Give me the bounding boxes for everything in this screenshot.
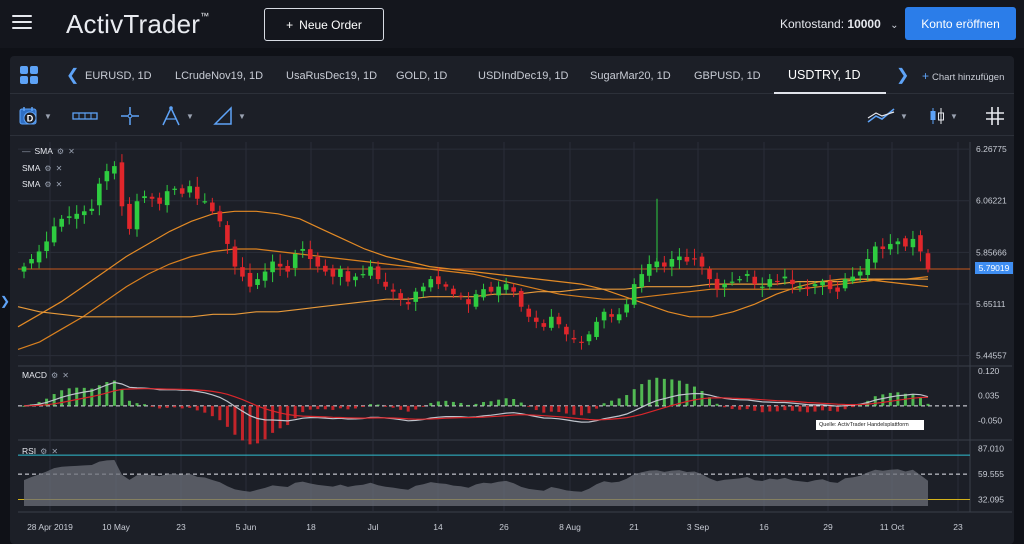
tab-sugarmar20[interactable]: SugarMar20, 1D [590, 70, 671, 82]
tab-eurusd[interactable]: EURUSD, 1D [85, 70, 152, 82]
crosshair-icon [121, 107, 139, 125]
settings-icon[interactable]: ⚙ [51, 371, 58, 380]
sma-label-3[interactable]: SMA ⚙ ✕ [22, 179, 62, 189]
sma-label-2[interactable]: SMA ⚙ ✕ [22, 163, 62, 173]
svg-text:D: D [27, 114, 34, 124]
tabs-next-icon[interactable]: ❯ [896, 65, 909, 85]
caret-down-icon: ▼ [44, 111, 52, 121]
plus-icon: + [286, 17, 294, 32]
new-order-button[interactable]: + Neue Order [264, 8, 384, 41]
balance-value: 10000 [847, 17, 881, 31]
grid-toggle-button[interactable] [985, 104, 1005, 128]
tab-usarusdec19[interactable]: UsaRusDec19, 1D [286, 70, 377, 82]
close-icon[interactable]: ✕ [68, 147, 75, 156]
rsi-label[interactable]: RSI ⚙ ✕ [22, 446, 58, 456]
chart-tabs-bar: ❮ EURUSD, 1D LCrudeNov19, 1D UsaRusDec19… [10, 58, 1014, 94]
fibonacci-tool-button[interactable]: ▼ [160, 104, 194, 128]
account-balance-dropdown[interactable]: Kontostand: 10000 ⌄ [780, 17, 899, 31]
settings-icon[interactable]: ⚙ [57, 147, 64, 156]
close-icon[interactable]: ✕ [51, 447, 58, 456]
settings-icon[interactable]: ⚙ [40, 447, 47, 456]
macd-label[interactable]: MACD ⚙ ✕ [22, 370, 69, 380]
caret-down-icon: ▼ [900, 111, 908, 121]
caret-down-icon: ▼ [950, 111, 958, 121]
open-account-button[interactable]: Konto eröffnen [905, 7, 1016, 40]
tab-usdinddec19[interactable]: USDIndDec19, 1D [478, 70, 569, 82]
tab-lcrudenov19[interactable]: LCrudeNov19, 1D [175, 70, 263, 82]
active-tab-indicator [774, 92, 886, 94]
plus-icon: + [922, 69, 930, 83]
source-note: Quelle: ActivTrader Handelsplattform [816, 420, 924, 430]
sma-label-1[interactable]: — SMA ⚙ ✕ [22, 146, 75, 156]
tab-usdtry[interactable]: USDTRY, 1D [788, 68, 860, 82]
chart-type-button[interactable] [72, 104, 98, 128]
current-price-tag: 5.79019 [975, 262, 1013, 274]
tab-gbpusd[interactable]: GBPUSD, 1D [694, 70, 761, 82]
top-bar: ActivTrader™ + Neue Order Kontostand: 10… [0, 0, 1024, 48]
close-icon[interactable]: ✕ [62, 371, 69, 380]
add-chart-button[interactable]: + Chart hinzufügen [922, 69, 1004, 83]
tab-gold[interactable]: GOLD, 1D [396, 70, 447, 82]
crosshair-button[interactable] [120, 104, 140, 128]
close-icon[interactable]: ✕ [56, 164, 63, 173]
hamburger-menu-icon[interactable] [12, 15, 32, 33]
drawing-tool-button[interactable]: ▼ [212, 104, 246, 128]
calendar-d-icon: D [19, 107, 37, 125]
candle-style-button[interactable]: ▼ [928, 104, 958, 128]
chevron-down-icon: ⌄ [890, 20, 899, 31]
chart-type-icon [72, 112, 98, 120]
side-panel-toggle-icon[interactable]: ❯ [0, 294, 10, 308]
indicators-button[interactable]: ▼ [866, 104, 908, 128]
close-icon[interactable]: ✕ [56, 180, 63, 189]
fibonacci-icon [162, 106, 180, 126]
tabs-prev-icon[interactable]: ❮ [66, 65, 79, 85]
caret-down-icon: ▼ [186, 111, 194, 121]
grid-icon [986, 107, 1004, 125]
timeframe-calendar-button[interactable]: D ▼ [18, 104, 52, 128]
layout-grid-icon[interactable] [20, 66, 38, 84]
settings-icon[interactable]: ⚙ [44, 180, 51, 189]
candle-style-icon [930, 108, 944, 124]
caret-down-icon: ▼ [238, 111, 246, 121]
chart-toolbar: D ▼ ▼ ▼ ▼ ▼ [10, 96, 1014, 136]
drawing-icon [213, 106, 232, 125]
indicators-icon [867, 108, 895, 123]
app-logo[interactable]: ActivTrader™ [66, 9, 209, 40]
settings-icon[interactable]: ⚙ [44, 164, 51, 173]
